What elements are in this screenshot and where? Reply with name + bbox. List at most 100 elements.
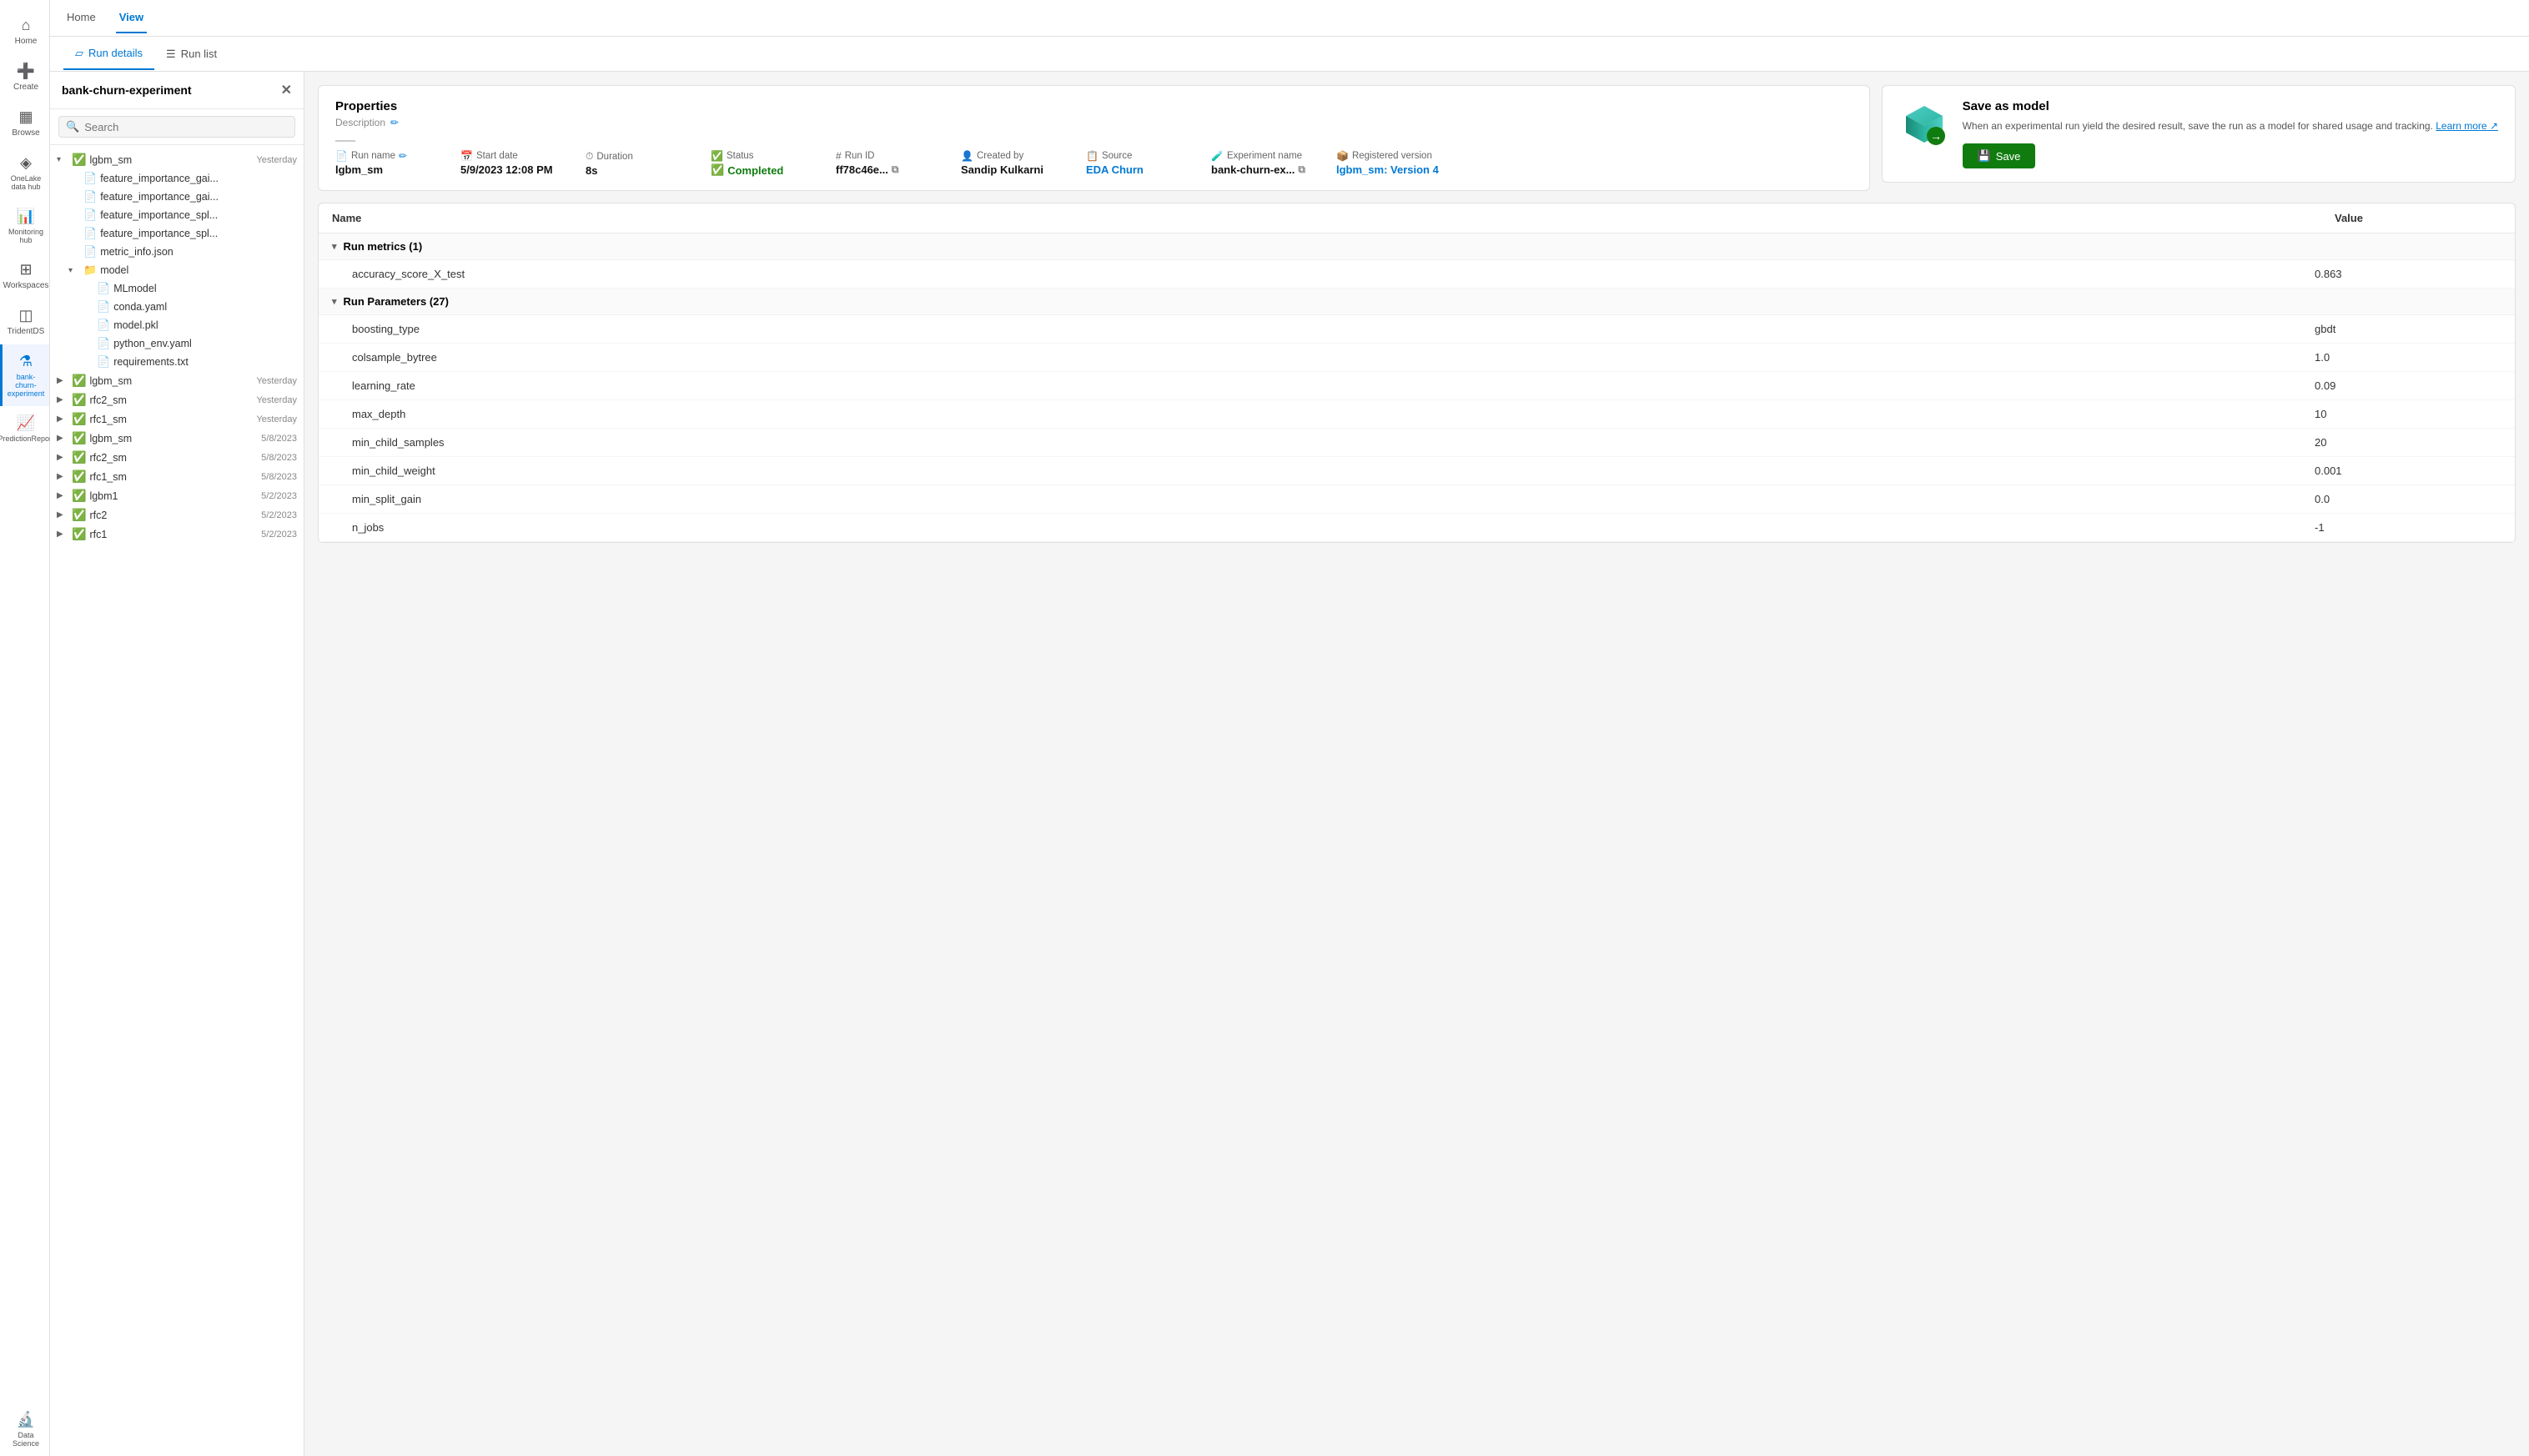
tab-view[interactable]: View: [116, 3, 147, 33]
file-icon: 📄: [83, 190, 97, 203]
nav-home[interactable]: ⌂ Home: [0, 8, 49, 54]
save-as-model-card: → Save as model When an experimental run…: [1882, 85, 2516, 183]
tree-file-conda[interactable]: 📄 conda.yaml: [50, 298, 304, 316]
duration-icon: ⏱: [586, 150, 593, 163]
tab-run-list[interactable]: ☰ Run list: [154, 39, 229, 69]
nav-onelake[interactable]: ◈ OneLake data hub: [0, 146, 49, 199]
tree-run-rfc1-sm-1[interactable]: ▶ ✅ rfc1_sm Yesterday: [50, 409, 304, 429]
browse-icon: ▦: [18, 108, 33, 126]
tree-run-rfc1-sm-2[interactable]: ▶ ✅ rfc1_sm 5/8/2023: [50, 467, 304, 486]
status-success-icon: ✅: [72, 153, 86, 167]
nav-create[interactable]: ➕ Create: [0, 54, 49, 100]
prop-created-by: 👤 Created by Sandip Kulkarni: [961, 150, 1061, 177]
nav-browse[interactable]: ▦ Browse: [0, 100, 49, 146]
onelake-icon: ◈: [20, 154, 32, 172]
copy-exp-name-icon[interactable]: ⧉: [1298, 163, 1305, 176]
copy-run-id-icon[interactable]: ⧉: [892, 163, 899, 176]
chevron-right-icon: ▶: [57, 434, 68, 443]
sidebar: bank-churn-experiment ✕ 🔍 ▾ ✅ lgbm_sm Ye…: [50, 72, 304, 1456]
close-icon[interactable]: ✕: [281, 82, 292, 98]
registered-version-value[interactable]: lgbm_sm: Version 4: [1336, 163, 1439, 176]
created-by-icon: 👤: [961, 150, 973, 162]
status-success-icon: ✅: [72, 431, 86, 445]
status-success-icon: ✅: [72, 469, 86, 484]
prop-experiment-name: 🧪 Experiment name bank-churn-ex... ⧉: [1211, 150, 1311, 177]
sidebar-search-area: 🔍: [50, 109, 304, 145]
status-success-icon: ✅: [72, 489, 86, 503]
run-id-icon: #: [836, 150, 842, 162]
table-row: colsample_bytree 1.0: [319, 344, 2515, 372]
table-row: n_jobs -1: [319, 514, 2515, 542]
properties-card: Properties Description ✏ 📄 Run name ✏: [318, 85, 1870, 191]
tree-run-rfc2-sm-2[interactable]: ▶ ✅ rfc2_sm 5/8/2023: [50, 448, 304, 467]
tree-run-rfc2[interactable]: ▶ ✅ rfc2 5/2/2023: [50, 505, 304, 525]
create-icon: ➕: [17, 63, 35, 80]
collapse-metrics-icon: ▾: [332, 241, 337, 252]
file-icon: 📄: [97, 282, 110, 295]
tree-file-python-env[interactable]: 📄 python_env.yaml: [50, 334, 304, 353]
chevron-right-icon: ▶: [57, 510, 68, 520]
chevron-right-icon: ▶: [57, 472, 68, 481]
tree-file-3[interactable]: 📄 feature_importance_spl...: [50, 206, 304, 224]
tree-run-lgbm1[interactable]: ▶ ✅ lgbm1 5/2/2023: [50, 486, 304, 505]
top-cards-row: Properties Description ✏ 📄 Run name ✏: [318, 85, 2516, 191]
tree-file-4[interactable]: 📄 feature_importance_spl...: [50, 224, 304, 243]
tree-file-mlmodel[interactable]: 📄 MLmodel: [50, 279, 304, 298]
run-list-icon: ☰: [166, 48, 176, 61]
nav-workspaces[interactable]: ⊞ Workspaces: [0, 253, 49, 299]
section-run-parameters[interactable]: ▾ Run Parameters (27): [319, 289, 2515, 315]
nav-prediction[interactable]: 📈 PredictionReport: [0, 406, 49, 451]
monitoring-icon: 📊: [17, 208, 35, 225]
source-value[interactable]: EDA Churn: [1086, 163, 1186, 176]
save-model-icon: →: [1899, 99, 1949, 149]
prop-duration: ⏱ Duration 8s: [586, 150, 686, 177]
tree-file-1[interactable]: 📄 feature_importance_gai...: [50, 169, 304, 188]
edit-description-icon[interactable]: ✏: [390, 117, 399, 128]
search-box: 🔍: [58, 116, 295, 138]
learn-more-link[interactable]: Learn more ↗: [2436, 120, 2498, 132]
section-run-metrics[interactable]: ▾ Run metrics (1): [319, 233, 2515, 260]
file-icon: 📄: [83, 172, 97, 185]
tab-run-details[interactable]: ▱ Run details: [63, 38, 154, 70]
prop-run-id: # Run ID ff78c46e... ⧉: [836, 150, 936, 177]
nav-tridentds[interactable]: ◫ TridentDS: [0, 299, 49, 344]
search-icon: 🔍: [66, 120, 79, 133]
tree-file-model-pkl[interactable]: 📄 model.pkl: [50, 316, 304, 334]
status-check-icon: ✅: [711, 163, 724, 177]
tree-folder-model[interactable]: ▾ 📁 model: [50, 261, 304, 279]
tree-run-rfc1[interactable]: ▶ ✅ rfc1 5/2/2023: [50, 525, 304, 544]
file-icon: 📄: [83, 245, 97, 259]
file-icon: 📄: [83, 227, 97, 240]
description-row: Description ✏: [335, 117, 1853, 128]
top-bar: Home View: [50, 0, 2529, 37]
nav-datascience[interactable]: 🔬 Data Science: [0, 1403, 49, 1456]
tree-run-rfc2-sm-1[interactable]: ▶ ✅ rfc2_sm Yesterday: [50, 390, 304, 409]
tab-home[interactable]: Home: [63, 3, 99, 33]
file-icon: 📄: [97, 300, 110, 314]
experiment-name-value: bank-churn-ex... ⧉: [1211, 163, 1311, 176]
edit-run-name-icon[interactable]: ✏: [399, 150, 407, 162]
main-content: Properties Description ✏ 📄 Run name ✏: [304, 72, 2529, 1456]
file-icon: 📄: [97, 337, 110, 350]
nav-monitoring[interactable]: 📊 Monitoring hub: [0, 199, 49, 253]
tree-run-lgbm-sm-1[interactable]: ▾ ✅ lgbm_sm Yesterday: [50, 150, 304, 169]
registered-icon: 📦: [1336, 150, 1349, 162]
tree-file-2[interactable]: 📄 feature_importance_gai...: [50, 188, 304, 206]
tree-file-requirements[interactable]: 📄 requirements.txt: [50, 353, 304, 371]
nav-experiment[interactable]: ⚗ bank-churn-experiment: [0, 344, 49, 406]
tree-file-metric[interactable]: 📄 metric_info.json: [50, 243, 304, 261]
chevron-right-icon: ▶: [57, 453, 68, 462]
experiment-name-icon: 🧪: [1211, 150, 1224, 162]
save-button[interactable]: 💾 Save: [1963, 143, 2036, 168]
chevron-right-icon: ▶: [57, 376, 68, 385]
file-icon: 📄: [97, 319, 110, 332]
search-input[interactable]: [84, 121, 288, 133]
table-row: min_child_samples 20: [319, 429, 2515, 457]
tree-run-lgbm-sm-3[interactable]: ▶ ✅ lgbm_sm 5/8/2023: [50, 429, 304, 448]
tree-run-lgbm-sm-2[interactable]: ▶ ✅ lgbm_sm Yesterday: [50, 371, 304, 390]
table-header: Name Value: [319, 203, 2515, 233]
experiment-icon: ⚗: [19, 353, 33, 370]
run-id-value: ff78c46e... ⧉: [836, 163, 936, 176]
sidebar-header: bank-churn-experiment ✕: [50, 72, 304, 109]
datascience-icon: 🔬: [17, 1411, 35, 1428]
